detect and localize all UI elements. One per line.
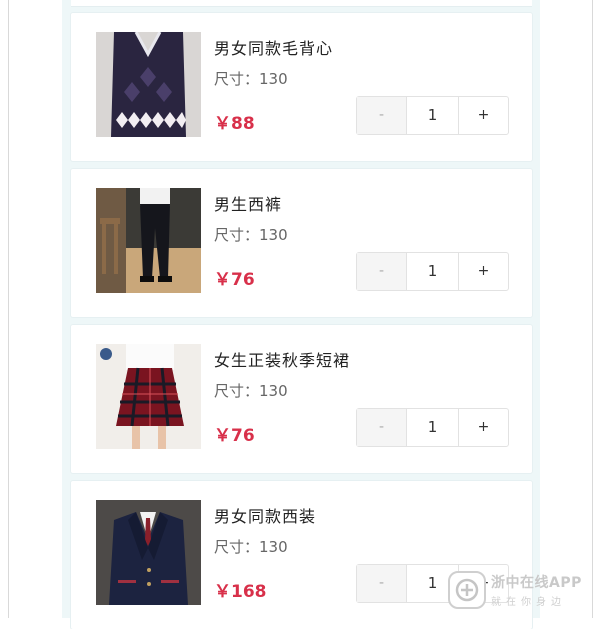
increase-quantity-button[interactable]: + (459, 409, 508, 446)
quantity-value[interactable]: 1 (407, 253, 459, 290)
product-price: ￥168 (214, 582, 267, 602)
product-size: 尺寸：130 (214, 226, 288, 244)
product-price: ￥76 (214, 426, 255, 446)
product-size: 尺寸：130 (214, 70, 288, 88)
quantity-value[interactable]: 1 (407, 409, 459, 446)
product-name: 男女同款毛背心 (214, 39, 334, 58)
product-name: 男女同款西装 (214, 507, 317, 526)
increase-quantity-button[interactable]: + (459, 253, 508, 290)
product-image-blazer[interactable] (96, 500, 201, 605)
product-size: 尺寸：130 (214, 382, 288, 400)
app-logo-icon (448, 571, 486, 609)
decrease-quantity-button[interactable]: - (357, 97, 407, 134)
watermark-title: 浙中在线APP (491, 575, 582, 591)
product-size: 尺寸：130 (214, 538, 288, 556)
product-price: ￥76 (214, 270, 255, 290)
right-border (592, 0, 593, 618)
watermark-subtitle: 就在你身边 (491, 597, 566, 608)
quantity-stepper: - 1 + (356, 252, 509, 291)
product-card: 男生西裤 尺寸：130 ￥76 - 1 + (71, 169, 532, 317)
product-name: 男生西裤 (214, 195, 283, 214)
quantity-stepper: - 1 + (356, 96, 509, 135)
quantity-value[interactable]: 1 (407, 97, 459, 134)
app-watermark: 浙中在线APP 就在你身边 (448, 568, 596, 612)
product-card: 男女同款毛背心 尺寸：130 ￥88 - 1 + (71, 13, 532, 161)
quantity-stepper: - 1 + (356, 408, 509, 447)
product-image-skirt[interactable] (96, 344, 201, 449)
decrease-quantity-button[interactable]: - (357, 409, 407, 446)
increase-quantity-button[interactable]: + (459, 97, 508, 134)
decrease-quantity-button[interactable]: - (357, 565, 407, 602)
product-image-trousers[interactable] (96, 188, 201, 293)
product-price: ￥88 (214, 114, 255, 134)
product-image-vest[interactable] (96, 32, 201, 137)
previous-card-edge (71, 0, 532, 7)
product-card: 女生正装秋季短裙 尺寸：130 ￥76 - 1 + (71, 325, 532, 473)
left-border (8, 0, 9, 618)
decrease-quantity-button[interactable]: - (357, 253, 407, 290)
product-name: 女生正装秋季短裙 (214, 351, 351, 370)
